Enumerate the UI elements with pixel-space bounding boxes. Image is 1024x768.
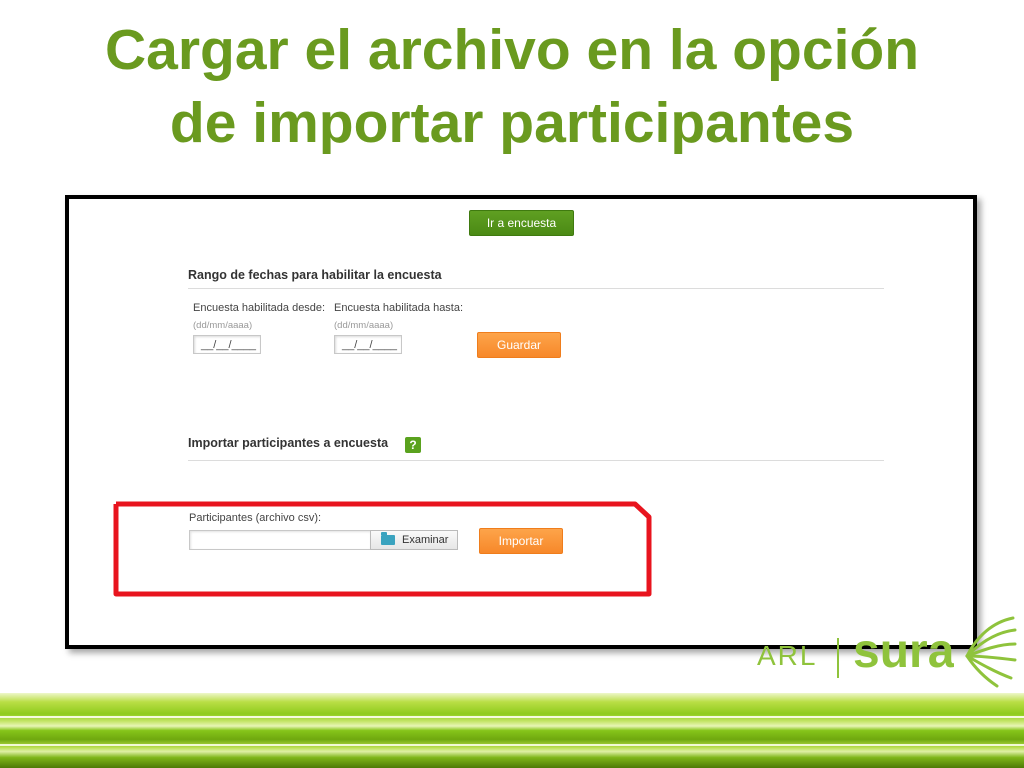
sura-fan-icon [965,616,1017,688]
slide-title-line-1: Cargar el archivo en la opción [104,18,920,82]
slide-title: Cargar el archivo en la opción de import… [0,14,1024,160]
from-date-label: Encuesta habilitada desde: [193,302,326,314]
go-to-survey-button[interactable]: Ir a encuesta [469,210,574,236]
slide-title-line-2: de importar participantes [169,91,855,155]
logo-sura-text: sura [853,625,955,670]
footer-highlight-line-2 [0,744,1024,746]
to-date-input[interactable]: __/__/____ [334,335,402,354]
help-icon[interactable]: ? [405,437,421,453]
to-date-hint: (dd/mm/aaaa) [334,320,394,331]
arl-sura-logo: ARL sura [757,606,1017,692]
import-section-title: Importar participantes a encuesta [188,436,389,450]
embedded-screenshot: Ir a encuesta Rango de fechas para habil… [65,195,977,649]
logo-divider [837,638,839,678]
decorative-footer-band [0,693,1024,768]
from-date-hint: (dd/mm/aaaa) [193,320,253,331]
to-date-label: Encuesta habilitada hasta: [334,302,464,314]
from-date-input[interactable]: __/__/____ [193,335,261,354]
highlight-frame [113,501,652,597]
save-button[interactable]: Guardar [477,332,561,358]
footer-highlight-line-1 [0,716,1024,718]
import-section-divider [188,460,884,461]
dates-section-divider [188,288,884,289]
logo-arl-text: ARL [757,640,818,671]
dates-section-title: Rango de fechas para habilitar la encues… [188,268,442,282]
